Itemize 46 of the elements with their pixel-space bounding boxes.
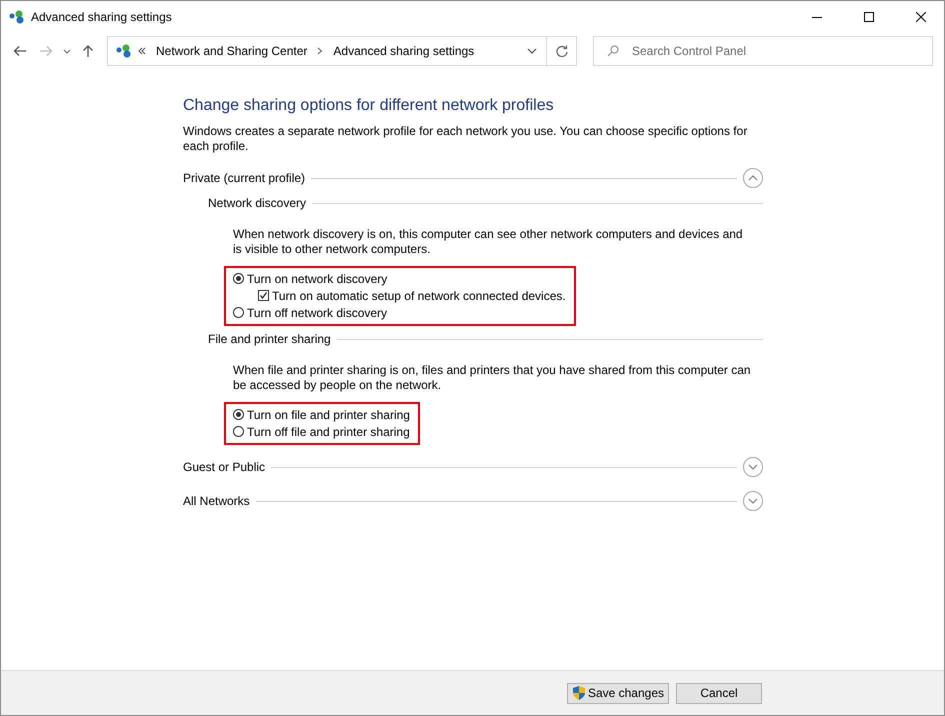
expand-button[interactable] [743, 491, 763, 511]
chevron-down-icon [527, 48, 537, 54]
breadcrumb-separator-icon [317, 47, 324, 55]
breadcrumb-item[interactable]: Network and Sharing Center [156, 44, 308, 58]
expand-button[interactable] [743, 457, 763, 477]
radio-button[interactable] [233, 273, 244, 284]
network-icon [9, 10, 25, 24]
option-label[interactable]: Turn on file and printer sharing [247, 408, 410, 422]
checkbox[interactable] [258, 290, 269, 301]
chevron-down-icon [748, 464, 758, 470]
chevron-down-icon [748, 498, 758, 504]
shield-icon [572, 685, 586, 701]
cancel-button[interactable]: Cancel [676, 682, 762, 704]
section-title: Network discovery [208, 196, 306, 210]
save-button[interactable]: Save changes [566, 682, 669, 704]
intro-text: Windows creates a separate network profile for each network you use. You can choose specific options for each profile. [183, 124, 748, 154]
left-arrow-icon [13, 45, 27, 57]
refresh-icon [554, 44, 568, 58]
radio-button[interactable] [233, 307, 244, 318]
profile-title: All Networks [183, 494, 250, 508]
search-field[interactable]: Search Control Panel [593, 36, 933, 66]
option-label[interactable]: Turn on automatic setup of network connected devices. [272, 288, 566, 302]
profile-title: Guest or Public [183, 460, 266, 474]
option-label[interactable]: Turn off file and printer sharing [247, 424, 410, 438]
search-icon [607, 45, 619, 57]
option-label[interactable]: Turn on network discovery [247, 272, 388, 286]
section-title: File and printer sharing [208, 332, 331, 346]
maximize-icon [864, 12, 874, 22]
address-bar[interactable]: Network and Sharing Center Advanced sharing settings [107, 36, 577, 66]
network-icon [116, 44, 132, 58]
section-description: When network discovery is on, this computer can see other network computers and devices and is visible to other network computers. [233, 227, 744, 257]
close-icon [916, 12, 926, 22]
breadcrumb-item[interactable]: Advanced sharing settings [333, 44, 474, 58]
radio-button[interactable] [233, 426, 244, 437]
profile-title: Private (current profile) [183, 171, 306, 185]
page-heading: Change sharing options for different network profiles [183, 97, 555, 115]
radio-button[interactable] [233, 409, 244, 420]
chevron-up-icon [748, 175, 758, 181]
option-label[interactable]: Turn off network discovery [247, 306, 388, 320]
collapse-button[interactable] [743, 168, 763, 188]
up-arrow-icon [82, 44, 94, 58]
section-description: When file and printer sharing is on, files and printers that you have shared from this computer can be accessed by people on the network. [233, 363, 752, 393]
overflow-chevron-icon [138, 47, 146, 55]
window-title: Advanced sharing settings [31, 10, 173, 24]
right-arrow-icon [39, 45, 53, 57]
chevron-down-icon [63, 48, 71, 54]
